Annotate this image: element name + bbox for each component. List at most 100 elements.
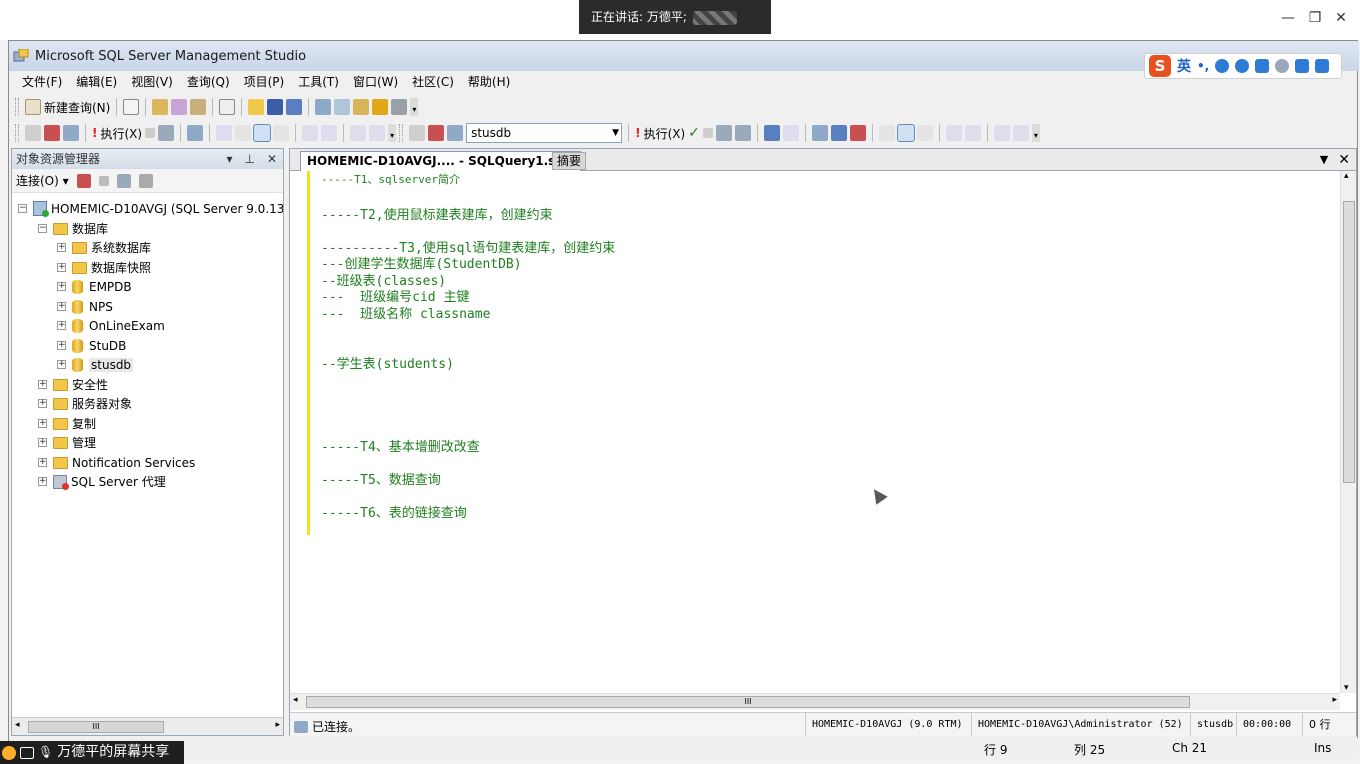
expand-icon[interactable]: + bbox=[38, 458, 47, 467]
scroll-thumb[interactable] bbox=[1343, 201, 1355, 483]
expand-icon[interactable]: + bbox=[38, 399, 47, 408]
results-file-icon-2[interactable] bbox=[916, 125, 933, 141]
scroll-thumb[interactable]: III bbox=[28, 721, 164, 733]
solution-explorer-icon[interactable] bbox=[372, 99, 389, 115]
expand-icon[interactable]: + bbox=[38, 380, 47, 389]
toolbar-overflow-icon-2[interactable]: ▾ bbox=[1031, 124, 1040, 142]
toolbar-grip[interactable] bbox=[15, 124, 19, 142]
editor-hscrollbar[interactable]: ◂ III ▸ bbox=[290, 693, 1340, 710]
tree-server-objects-node[interactable]: + 服务器对象 bbox=[38, 394, 132, 413]
expand-icon[interactable]: + bbox=[57, 243, 66, 252]
new-file-icon[interactable] bbox=[123, 99, 140, 115]
expand-icon[interactable]: + bbox=[38, 438, 47, 447]
increase-indent-icon[interactable] bbox=[369, 125, 386, 141]
object-explorer-icon[interactable] bbox=[334, 99, 351, 115]
collapse-icon[interactable]: − bbox=[38, 224, 47, 233]
collapse-icon[interactable]: − bbox=[18, 204, 27, 213]
tree-management-node[interactable]: + 管理 bbox=[38, 433, 96, 452]
tab-summary[interactable]: 摘要 bbox=[552, 152, 587, 170]
minimize-icon[interactable]: — bbox=[1278, 8, 1298, 28]
uncomment-icon-2[interactable] bbox=[964, 125, 981, 141]
code-line[interactable]: --学生表(students) bbox=[321, 353, 454, 372]
connect-icon-2[interactable] bbox=[409, 125, 426, 141]
code-line[interactable]: -----T6、表的链接查询 bbox=[321, 502, 467, 521]
menu-query[interactable]: 查询(Q) bbox=[180, 71, 237, 93]
sqlcmd-mode-icon[interactable] bbox=[849, 125, 866, 141]
scroll-down-icon[interactable]: ▾ bbox=[1344, 683, 1349, 693]
disconnect-icon[interactable] bbox=[76, 173, 91, 188]
parse-check-icon[interactable]: ✓ bbox=[688, 125, 700, 141]
object-explorer-hscrollbar[interactable]: ◂ III ▸ bbox=[12, 717, 283, 735]
scroll-up-icon[interactable]: ▴ bbox=[1344, 171, 1349, 181]
decrease-indent-icon-2[interactable] bbox=[993, 125, 1010, 141]
scroll-left-icon[interactable]: ◂ bbox=[293, 695, 298, 705]
tree-db-onlineexam[interactable]: + OnLineExam bbox=[57, 316, 165, 335]
scroll-right-icon[interactable]: ▸ bbox=[1332, 695, 1337, 705]
toolbar-overflow-icon[interactable]: ▾ bbox=[410, 98, 419, 116]
menu-file[interactable]: 文件(F) bbox=[15, 71, 69, 93]
comment-icon-2[interactable] bbox=[945, 125, 962, 141]
display-plan-icon-2[interactable] bbox=[715, 125, 732, 141]
tree-agent-node[interactable]: + SQL Server 代理 bbox=[38, 472, 166, 491]
tree-databases-node[interactable]: − 数据库 bbox=[38, 219, 108, 238]
tree-db-nps[interactable]: + NPS bbox=[57, 297, 113, 316]
scroll-right-icon[interactable]: ▸ bbox=[275, 720, 280, 730]
expand-icon[interactable]: + bbox=[57, 302, 66, 311]
parse-icon[interactable] bbox=[158, 125, 175, 141]
xmla-query-icon[interactable] bbox=[219, 99, 236, 115]
results-file-icon[interactable] bbox=[273, 125, 290, 141]
connect-dropdown[interactable]: 连接(O) ▾ bbox=[16, 172, 69, 189]
intellisense-icon[interactable] bbox=[782, 125, 799, 141]
panel-menu-icon[interactable]: ▾ bbox=[226, 149, 232, 169]
disconnect-icon[interactable] bbox=[44, 125, 60, 141]
client-stats-icon[interactable] bbox=[830, 125, 847, 141]
expand-icon[interactable]: + bbox=[57, 360, 66, 369]
expand-icon[interactable]: + bbox=[57, 321, 66, 330]
scroll-left-icon[interactable]: ◂ bbox=[15, 720, 20, 730]
disconnect-icon-2[interactable] bbox=[428, 125, 445, 141]
tab-sqlquery1[interactable]: HOMEMIC-D10AVGJ.... - SQLQuery1.sql* bbox=[300, 151, 582, 171]
include-plan-icon[interactable] bbox=[811, 125, 828, 141]
filter-icon[interactable] bbox=[138, 173, 153, 188]
query-options-icon[interactable] bbox=[216, 125, 233, 141]
menu-view[interactable]: 视图(V) bbox=[124, 71, 180, 93]
stop-icon[interactable] bbox=[145, 128, 156, 138]
specify-values-icon[interactable] bbox=[763, 125, 780, 141]
toolbar-grip[interactable] bbox=[15, 98, 19, 116]
query-designer-icon[interactable] bbox=[734, 125, 751, 141]
decrease-indent-icon[interactable] bbox=[350, 125, 367, 141]
code-line[interactable]: -----T1、sqlserver简介 bbox=[321, 171, 460, 187]
tree-security-node[interactable]: + 安全性 bbox=[38, 375, 108, 394]
menu-project[interactable]: 项目(P) bbox=[237, 71, 292, 93]
expand-icon[interactable]: + bbox=[57, 341, 66, 350]
menu-help[interactable]: 帮助(H) bbox=[461, 71, 517, 93]
template-explorer-icon[interactable] bbox=[353, 99, 370, 115]
change-connection-icon-2[interactable] bbox=[447, 125, 464, 141]
tab-list-icon[interactable]: ▼ bbox=[1320, 149, 1328, 171]
uncomment-icon[interactable] bbox=[321, 125, 338, 141]
menu-edit[interactable]: 编辑(E) bbox=[69, 71, 124, 93]
expand-icon[interactable]: + bbox=[38, 419, 47, 428]
tree-notification-node[interactable]: + Notification Services bbox=[38, 453, 195, 472]
save-all-icon[interactable] bbox=[286, 99, 303, 115]
pin-icon[interactable]: ⊥ bbox=[244, 149, 254, 169]
properties-icon[interactable] bbox=[391, 99, 408, 115]
toolbar-grip[interactable] bbox=[399, 124, 404, 142]
tree-db-empdb[interactable]: + EMPDB bbox=[57, 277, 132, 296]
chevron-down-icon[interactable]: ▼ bbox=[612, 124, 619, 142]
results-grid-icon[interactable] bbox=[253, 124, 272, 142]
comment-icon[interactable] bbox=[302, 125, 319, 141]
menu-window[interactable]: 窗口(W) bbox=[346, 71, 405, 93]
menu-tools[interactable]: 工具(T) bbox=[291, 71, 346, 93]
connect-icon[interactable] bbox=[25, 125, 41, 141]
code-line[interactable]: -----T4、基本增删改改查 bbox=[321, 436, 480, 455]
close-icon[interactable]: ✕ bbox=[1331, 8, 1351, 28]
execute-button-2[interactable]: 执行(X) bbox=[644, 125, 686, 142]
results-text-icon[interactable] bbox=[235, 125, 252, 141]
expand-icon[interactable]: + bbox=[57, 282, 66, 291]
tree-replication-node[interactable]: + 复制 bbox=[38, 414, 96, 433]
code-line[interactable]: -----T5、数据查询 bbox=[321, 469, 441, 488]
stop-icon-2[interactable] bbox=[702, 128, 713, 138]
change-connection-icon[interactable] bbox=[63, 125, 79, 141]
code-line[interactable]: --- 班级名称 classname bbox=[321, 303, 490, 322]
